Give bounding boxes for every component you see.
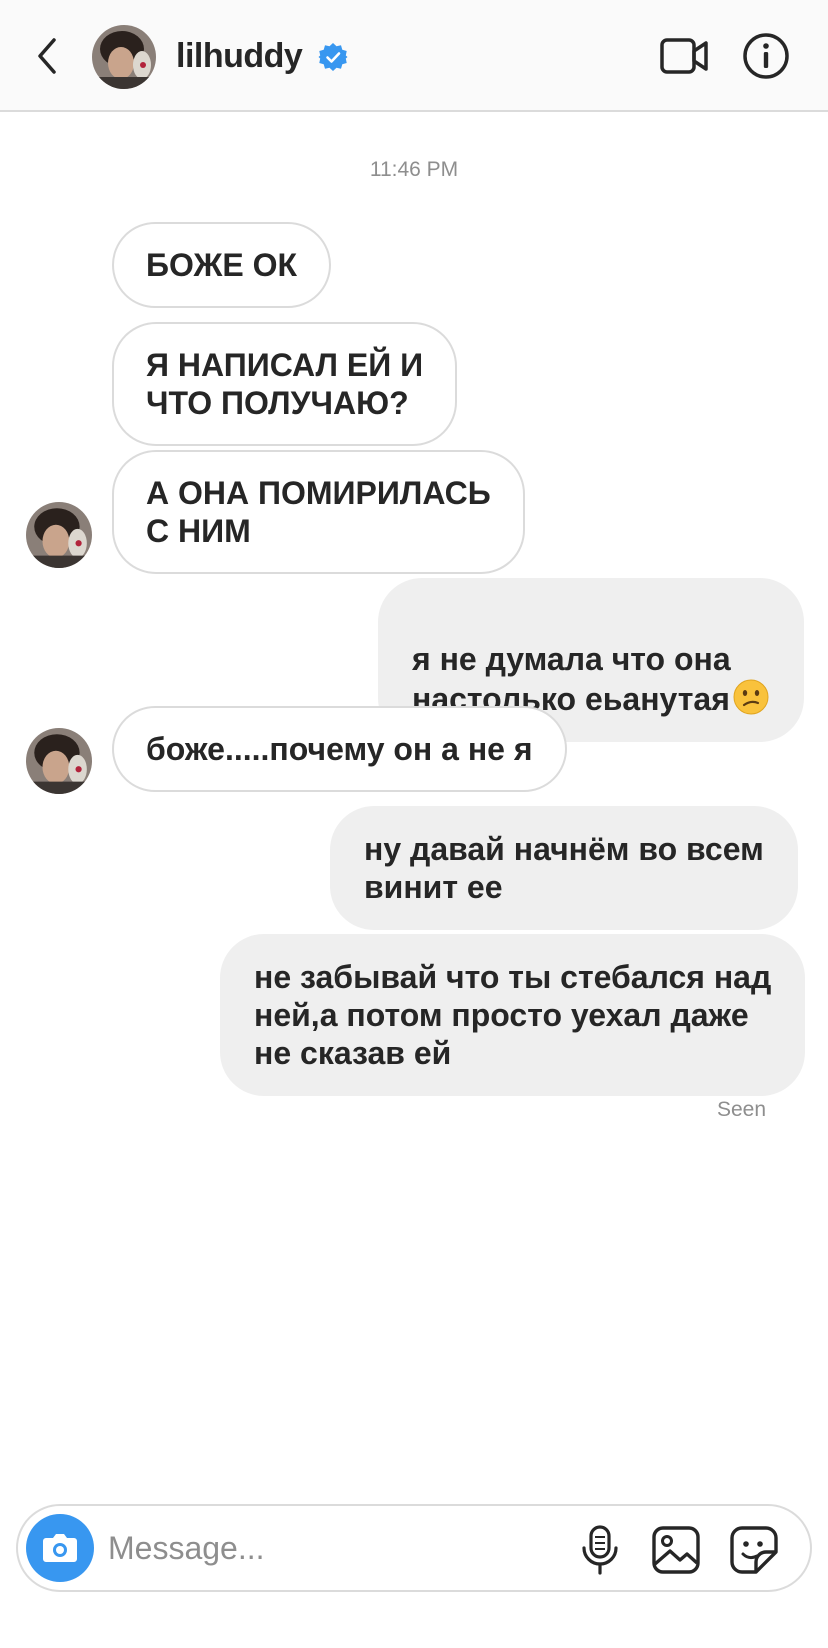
chat-header: lilhuddy bbox=[0, 0, 828, 112]
message-composer bbox=[16, 1504, 812, 1592]
incoming-message[interactable]: БОЖЕ ОК bbox=[112, 222, 332, 308]
back-chevron-icon bbox=[38, 38, 56, 74]
camera-icon bbox=[43, 1534, 77, 1562]
video-call-button[interactable] bbox=[660, 36, 710, 76]
contact-avatar[interactable] bbox=[92, 25, 156, 89]
sender-avatar[interactable] bbox=[26, 728, 92, 794]
sticker-icon bbox=[730, 1526, 778, 1574]
contact-username[interactable]: lilhuddy bbox=[176, 34, 303, 78]
microphone-icon bbox=[582, 1525, 618, 1575]
info-icon bbox=[743, 33, 789, 79]
incoming-message[interactable]: боже.....почему он а не я bbox=[112, 706, 567, 792]
sticker-button[interactable] bbox=[728, 1524, 780, 1576]
confused-face-icon bbox=[733, 679, 769, 715]
seen-status: Seen bbox=[716, 1098, 766, 1121]
camera-button[interactable] bbox=[26, 1514, 94, 1582]
sender-avatar[interactable] bbox=[26, 502, 92, 568]
gallery-button[interactable] bbox=[650, 1524, 702, 1576]
verified-badge-icon bbox=[318, 43, 348, 71]
info-button[interactable] bbox=[742, 32, 790, 80]
incoming-message[interactable]: Я НАПИСАЛ ЕЙ И ЧТО ПОЛУЧАЮ? bbox=[112, 322, 458, 446]
back-button[interactable] bbox=[30, 32, 66, 80]
thread-timestamp: 11:46 PM bbox=[369, 158, 459, 181]
voice-message-button[interactable] bbox=[578, 1524, 622, 1576]
incoming-message[interactable]: А ОНА ПОМИРИЛАСЬ С НИМ bbox=[112, 450, 525, 574]
video-call-icon bbox=[660, 38, 708, 74]
outgoing-message[interactable]: ну давай начнём во всем винит ее bbox=[330, 806, 798, 930]
gallery-icon bbox=[652, 1526, 700, 1574]
outgoing-message[interactable]: не забывай что ты стебался над ней,а пот… bbox=[220, 934, 806, 1096]
message-input[interactable] bbox=[108, 1522, 538, 1574]
